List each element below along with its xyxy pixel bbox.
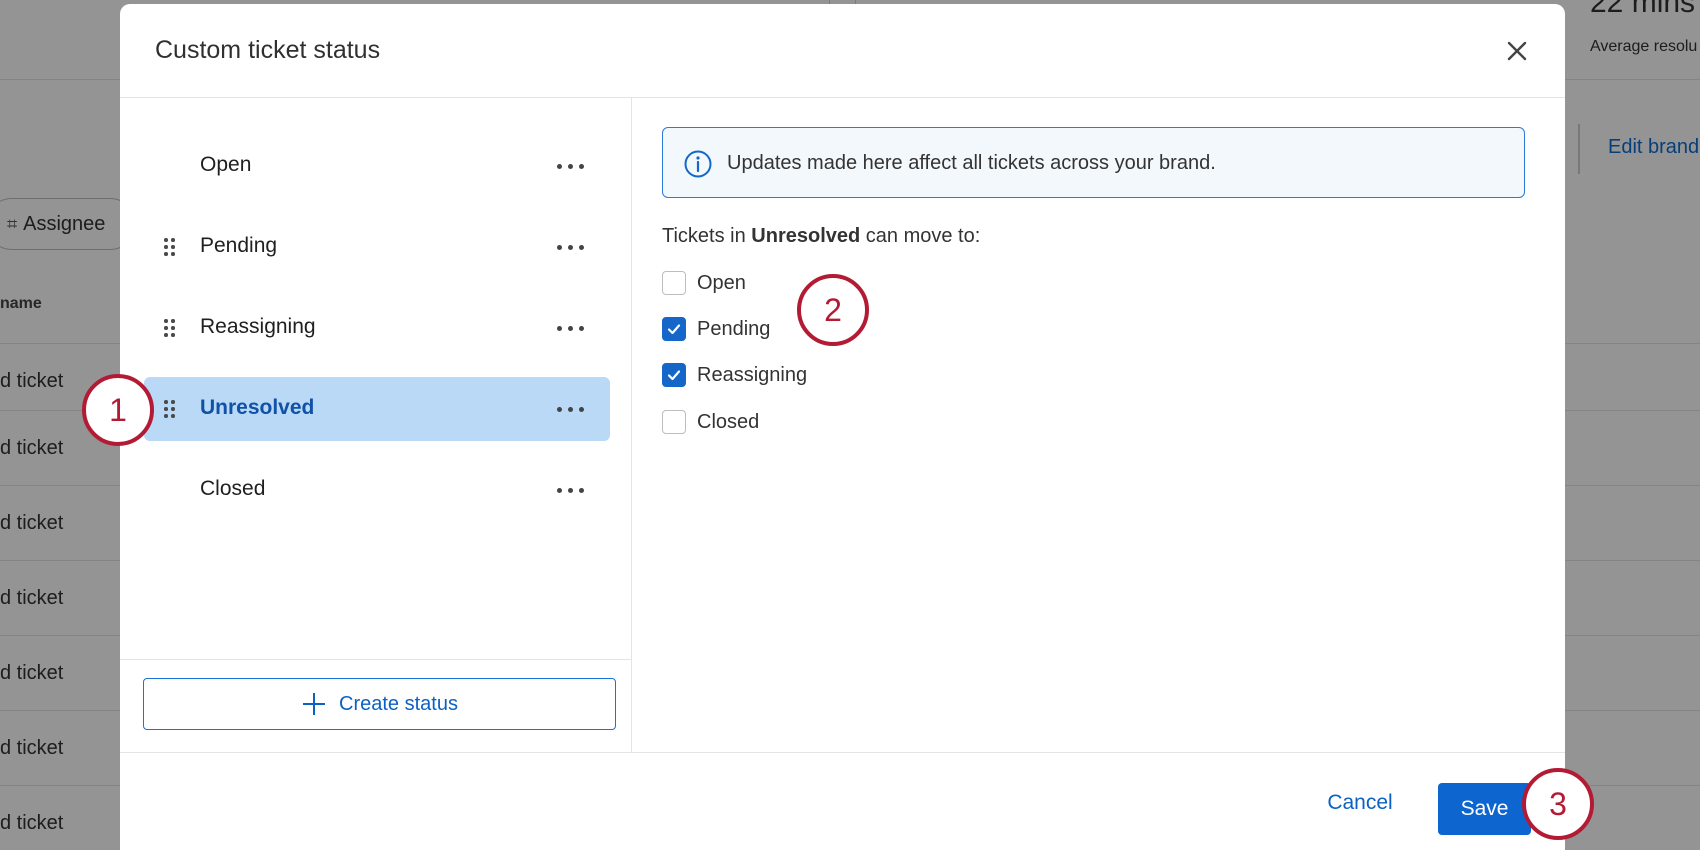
drag-handle-icon[interactable]: [162, 399, 178, 419]
option-label: Reassigning: [697, 364, 808, 386]
close-icon: [1507, 41, 1527, 61]
more-options-button[interactable]: [554, 478, 588, 502]
transition-settings-panel: Updates made here affect all tickets acr…: [632, 98, 1565, 752]
option-label: Pending: [697, 318, 771, 340]
status-label: Pending: [200, 234, 278, 257]
option-label: Closed: [697, 411, 760, 433]
checkbox-closed[interactable]: [662, 410, 686, 434]
modal-footer: Cancel Save: [120, 752, 1565, 850]
plus-icon: [303, 693, 326, 715]
close-button[interactable]: [1500, 34, 1534, 68]
status-row-unresolved[interactable]: Unresolved: [144, 377, 610, 441]
info-icon: [684, 150, 712, 178]
checkbox-open[interactable]: [662, 271, 686, 295]
more-options-button[interactable]: [554, 235, 588, 259]
status-label: Closed: [200, 477, 266, 500]
status-row-pending[interactable]: Pending: [144, 215, 610, 279]
more-options-button[interactable]: [554, 154, 588, 178]
status-row-open[interactable]: Open: [144, 134, 610, 198]
save-button[interactable]: Save: [1438, 783, 1531, 835]
status-label: Unresolved: [200, 396, 315, 419]
check-icon: [667, 324, 681, 335]
check-icon: [667, 370, 681, 381]
create-status-label: Create status: [339, 692, 458, 715]
option-label: Open: [697, 272, 746, 294]
info-banner-text: Updates made here affect all tickets acr…: [727, 152, 1216, 174]
drag-handle-icon[interactable]: [162, 237, 178, 257]
step-callout-3: 3: [1522, 768, 1594, 840]
drag-handle-icon[interactable]: [162, 318, 178, 338]
move-to-heading: Tickets in Unresolved can move to:: [662, 225, 980, 248]
status-row-closed[interactable]: Closed: [144, 458, 610, 522]
status-list-panel: Open Pending Reassigning Unresolved Clos…: [120, 98, 632, 752]
info-banner: Updates made here affect all tickets acr…: [662, 127, 1525, 198]
checkbox-pending[interactable]: [662, 317, 686, 341]
heading-prefix: Tickets in: [662, 225, 752, 247]
more-options-button[interactable]: [554, 397, 588, 421]
status-row-reassigning[interactable]: Reassigning: [144, 296, 610, 360]
checkbox-reassigning[interactable]: [662, 363, 686, 387]
more-options-button[interactable]: [554, 316, 588, 340]
modal-title: Custom ticket status: [155, 36, 381, 64]
step-callout-1: 1: [82, 374, 154, 446]
custom-ticket-status-modal: Custom ticket status Open Pending Reassi…: [120, 4, 1565, 850]
heading-suffix: can move to:: [860, 225, 981, 247]
status-label: Reassigning: [200, 315, 316, 338]
create-status-button[interactable]: Create status: [143, 678, 616, 730]
status-list-footer: Create status: [120, 659, 632, 752]
heading-status: Unresolved: [751, 225, 861, 247]
modal-header: Custom ticket status: [120, 4, 1565, 98]
step-callout-2: 2: [797, 274, 869, 346]
cancel-button[interactable]: Cancel: [1320, 783, 1400, 823]
status-label: Open: [200, 153, 252, 176]
